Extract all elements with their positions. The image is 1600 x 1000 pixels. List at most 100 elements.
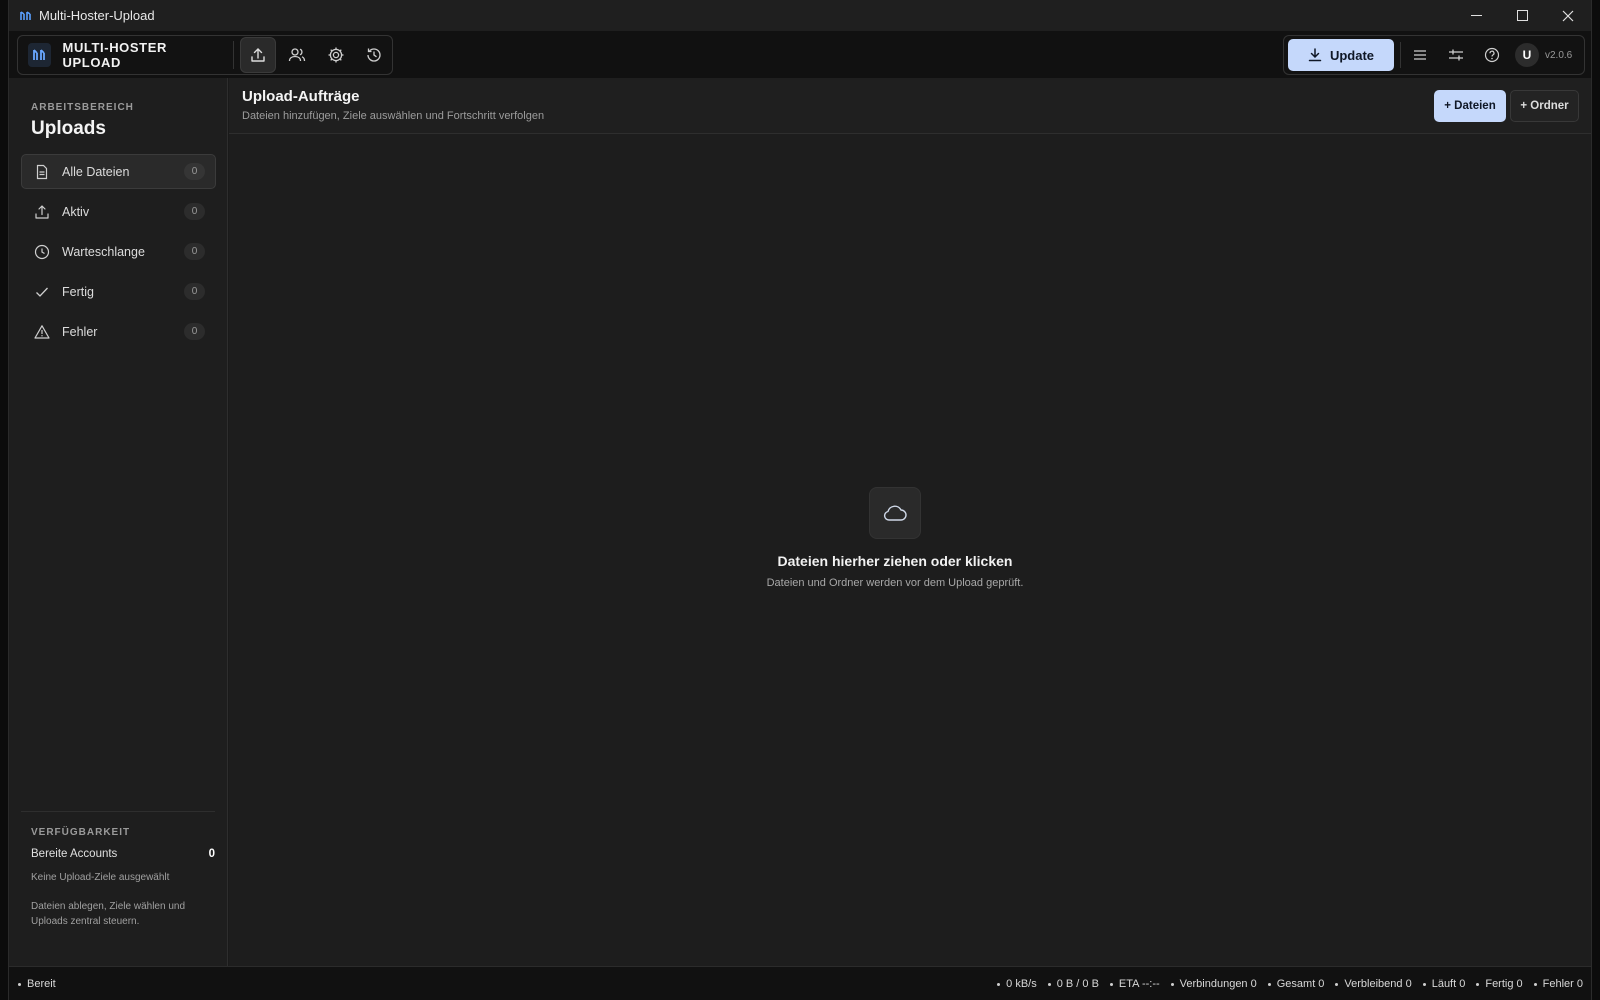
connections-metric: Verbindungen 0 (1170, 978, 1257, 990)
filters-button[interactable] (1439, 38, 1473, 72)
menu-icon (1414, 50, 1426, 60)
app-logo-icon (19, 9, 33, 23)
count-badge: 0 (184, 163, 205, 180)
sidebar-item-label: Fertig (62, 284, 94, 299)
status-dot (1170, 982, 1174, 986)
status-dot (1335, 982, 1339, 986)
page-title: Upload-Aufträge (242, 88, 360, 105)
done-metric: Fertig 0 (1476, 978, 1523, 990)
sidebar-item-label: Alle Dateien (62, 164, 130, 179)
sidebar-item-errors[interactable]: Fehler 0 (21, 314, 216, 349)
update-button[interactable]: Update (1288, 39, 1394, 71)
status-left: Bereit (18, 978, 56, 990)
status-dot (1109, 982, 1113, 986)
count-badge: 0 (184, 323, 205, 340)
speed-value: 0 kB/s (1006, 978, 1037, 990)
title-bar: Multi-Hoster-Upload (9, 0, 1591, 31)
help-icon (1484, 47, 1500, 63)
upload-icon (251, 48, 265, 62)
maximize-button[interactable] (1499, 0, 1545, 31)
nav-history-button[interactable] (356, 37, 392, 73)
gear-icon (328, 47, 344, 63)
download-icon (1308, 48, 1322, 62)
ready-accounts-count: 0 (208, 848, 215, 860)
check-icon (32, 282, 52, 302)
help-button[interactable] (1475, 38, 1509, 72)
menu-button[interactable] (1403, 38, 1437, 72)
brand-nav-group: MULTI-HOSTER UPLOAD (17, 35, 393, 75)
sidebar-title: Uploads (31, 118, 106, 139)
file-icon (32, 162, 52, 182)
remaining-value: Verbleibend 0 (1344, 978, 1412, 990)
status-dot (1047, 982, 1051, 986)
no-targets-note: Keine Upload-Ziele ausgewählt (31, 872, 170, 883)
sidebar-description: Dateien ablegen, Ziele wählen und Upload… (31, 901, 185, 927)
minimize-icon (1470, 15, 1482, 16)
ready-accounts-label: Bereite Accounts (31, 848, 118, 860)
eta-value: ETA --:-- (1118, 978, 1160, 990)
window-controls (1453, 0, 1591, 31)
nav-accounts-button[interactable] (279, 37, 315, 73)
page-subtitle: Dateien hinzufügen, Ziele auswählen und … (242, 110, 545, 122)
close-button[interactable] (1545, 0, 1591, 31)
count-badge: 0 (184, 203, 205, 220)
main-header: Upload-Aufträge Dateien hinzufügen, Ziel… (229, 78, 1591, 134)
maximize-icon (1516, 10, 1528, 21)
running-metric: Läuft 0 (1422, 978, 1466, 990)
dropzone-subtitle: Dateien und Ordner werden vor dem Upload… (766, 577, 1024, 589)
availability-label: VERFÜGBARKEIT (31, 827, 131, 838)
sidebar-item-label: Warteschlange (62, 244, 145, 259)
count-badge: 0 (184, 283, 205, 300)
cloud-icon (869, 487, 921, 539)
main-content: Upload-Aufträge Dateien hinzufügen, Ziel… (229, 78, 1591, 966)
upload-icon (32, 202, 52, 222)
status-text: Bereit (27, 978, 56, 990)
add-files-button[interactable]: + Dateien (1434, 90, 1506, 122)
minimize-button[interactable] (1453, 0, 1499, 31)
sidebar-item-all-files[interactable]: Alle Dateien 0 (21, 154, 216, 189)
availability-panel: VERFÜGBARKEIT Bereite Accounts 0 Keine U… (21, 811, 215, 929)
brand-logo-icon (28, 43, 51, 67)
eta-metric: ETA --:-- (1109, 978, 1160, 990)
history-icon (367, 48, 381, 62)
ready-accounts-row: Bereite Accounts 0 (31, 848, 215, 860)
status-dot (1476, 982, 1480, 986)
divider (1400, 42, 1401, 68)
header-actions-group: Update U v2.0.6 (1283, 35, 1585, 75)
sidebar-item-active[interactable]: Aktiv 0 (21, 194, 216, 229)
transferred-metric: 0 B / 0 B (1047, 978, 1099, 990)
total-metric: Gesamt 0 (1267, 978, 1325, 990)
status-bar: Bereit 0 kB/s 0 B / 0 B ETA --:-- Verbin… (9, 966, 1591, 1000)
remaining-metric: Verbleibend 0 (1335, 978, 1412, 990)
status-dot (1533, 982, 1537, 986)
sidebar-item-queue[interactable]: Warteschlange 0 (21, 234, 216, 269)
avatar[interactable]: U (1515, 43, 1539, 67)
status-metrics: 0 kB/s 0 B / 0 B ETA --:-- Verbindungen … (986, 978, 1583, 990)
app-window: Multi-Hoster-Upload MULTI-HOSTER UPLOAD (8, 0, 1592, 1000)
divider (233, 41, 235, 69)
sidebar-section-label: ARBEITSBEREICH (31, 102, 134, 113)
status-dot (18, 982, 21, 986)
status-dot (997, 982, 1001, 986)
nav-settings-button[interactable] (318, 37, 354, 73)
sidebar-item-label: Fehler (62, 324, 98, 339)
count-badge: 0 (184, 243, 205, 260)
update-label: Update (1329, 47, 1375, 63)
version-label: v2.0.6 (1545, 49, 1573, 61)
sidebar: ARBEITSBEREICH Uploads Alle Dateien 0 Ak… (9, 78, 228, 966)
upload-dropzone[interactable]: Dateien hierher ziehen oder klicken Date… (229, 135, 1591, 966)
app-header: MULTI-HOSTER UPLOAD Update U v2.0.6 (9, 31, 1591, 78)
total-value: Gesamt 0 (1276, 978, 1325, 990)
nav-uploads-button[interactable] (240, 37, 277, 73)
sidebar-item-done[interactable]: Fertig 0 (21, 274, 216, 309)
transferred-value: 0 B / 0 B (1056, 978, 1099, 990)
done-value: Fertig 0 (1485, 978, 1523, 990)
running-value: Läuft 0 (1431, 978, 1466, 990)
sidebar-nav: Alle Dateien 0 Aktiv 0 Warteschlange 0 F… (21, 154, 216, 354)
status-dot (1267, 982, 1271, 986)
add-folder-button[interactable]: + Ordner (1510, 90, 1579, 122)
window-title: Multi-Hoster-Upload (39, 8, 155, 23)
connections-value: Verbindungen 0 (1179, 978, 1257, 990)
dropzone-title: Dateien hierher ziehen oder klicken (777, 553, 1013, 569)
brand-name: MULTI-HOSTER UPLOAD (62, 40, 167, 70)
